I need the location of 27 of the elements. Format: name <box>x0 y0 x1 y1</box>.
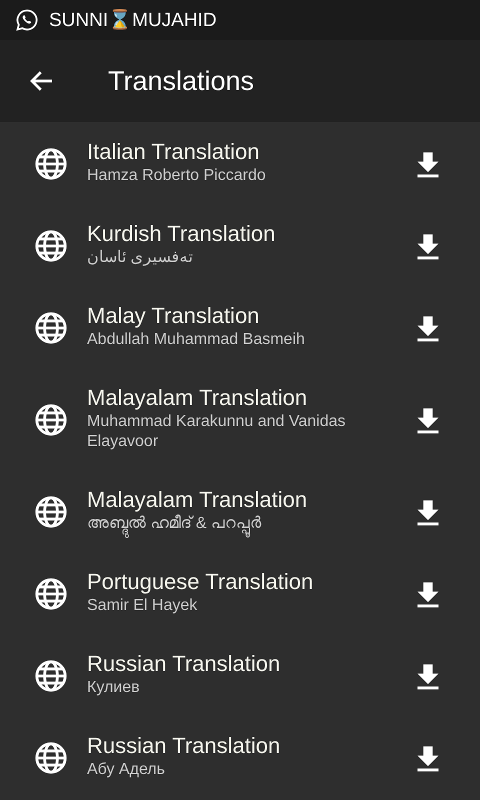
translation-author: Samir El Hayek <box>87 596 198 616</box>
translation-author: Абу Адель <box>87 760 166 780</box>
translation-author: Muhammad Karakunnu and Vanidas Elayavoor <box>87 412 347 452</box>
globe-icon <box>34 577 68 611</box>
translation-title: Portuguese Translation <box>87 570 314 594</box>
globe-icon <box>34 147 68 181</box>
translation-title: Russian Translation <box>87 652 282 676</box>
translation-author: Hamza Roberto Piccardo <box>87 166 267 186</box>
globe-icon <box>34 495 68 529</box>
translation-author: Кулиев <box>87 678 141 698</box>
translation-title: Malay Translation <box>87 304 260 328</box>
chat-bubble-icon <box>15 8 39 32</box>
translation-title: Malayalam Translation <box>87 386 308 410</box>
translation-author: تەفسیری ئاسان <box>87 248 194 268</box>
translation-title: Kurdish Translation <box>87 222 276 246</box>
translation-author: അബ്ദുൽ ഹമീദ് & പറപ്പൂർ <box>87 512 394 536</box>
globe-icon <box>34 229 68 263</box>
translation-title: Malayalam Translation <box>87 488 308 512</box>
globe-icon <box>34 659 68 693</box>
notification-text: SUNNI⌛MUJAHID <box>49 8 217 32</box>
translation-author: Abdullah Muhammad Basmeih <box>87 330 306 350</box>
toolbar-title: Translations <box>108 66 254 96</box>
translation-title: Russian Translation <box>87 734 282 758</box>
globe-icon <box>34 311 68 345</box>
globe-icon <box>34 403 68 437</box>
globe-icon <box>34 741 68 775</box>
translation-title: Italian Translation <box>87 140 260 164</box>
